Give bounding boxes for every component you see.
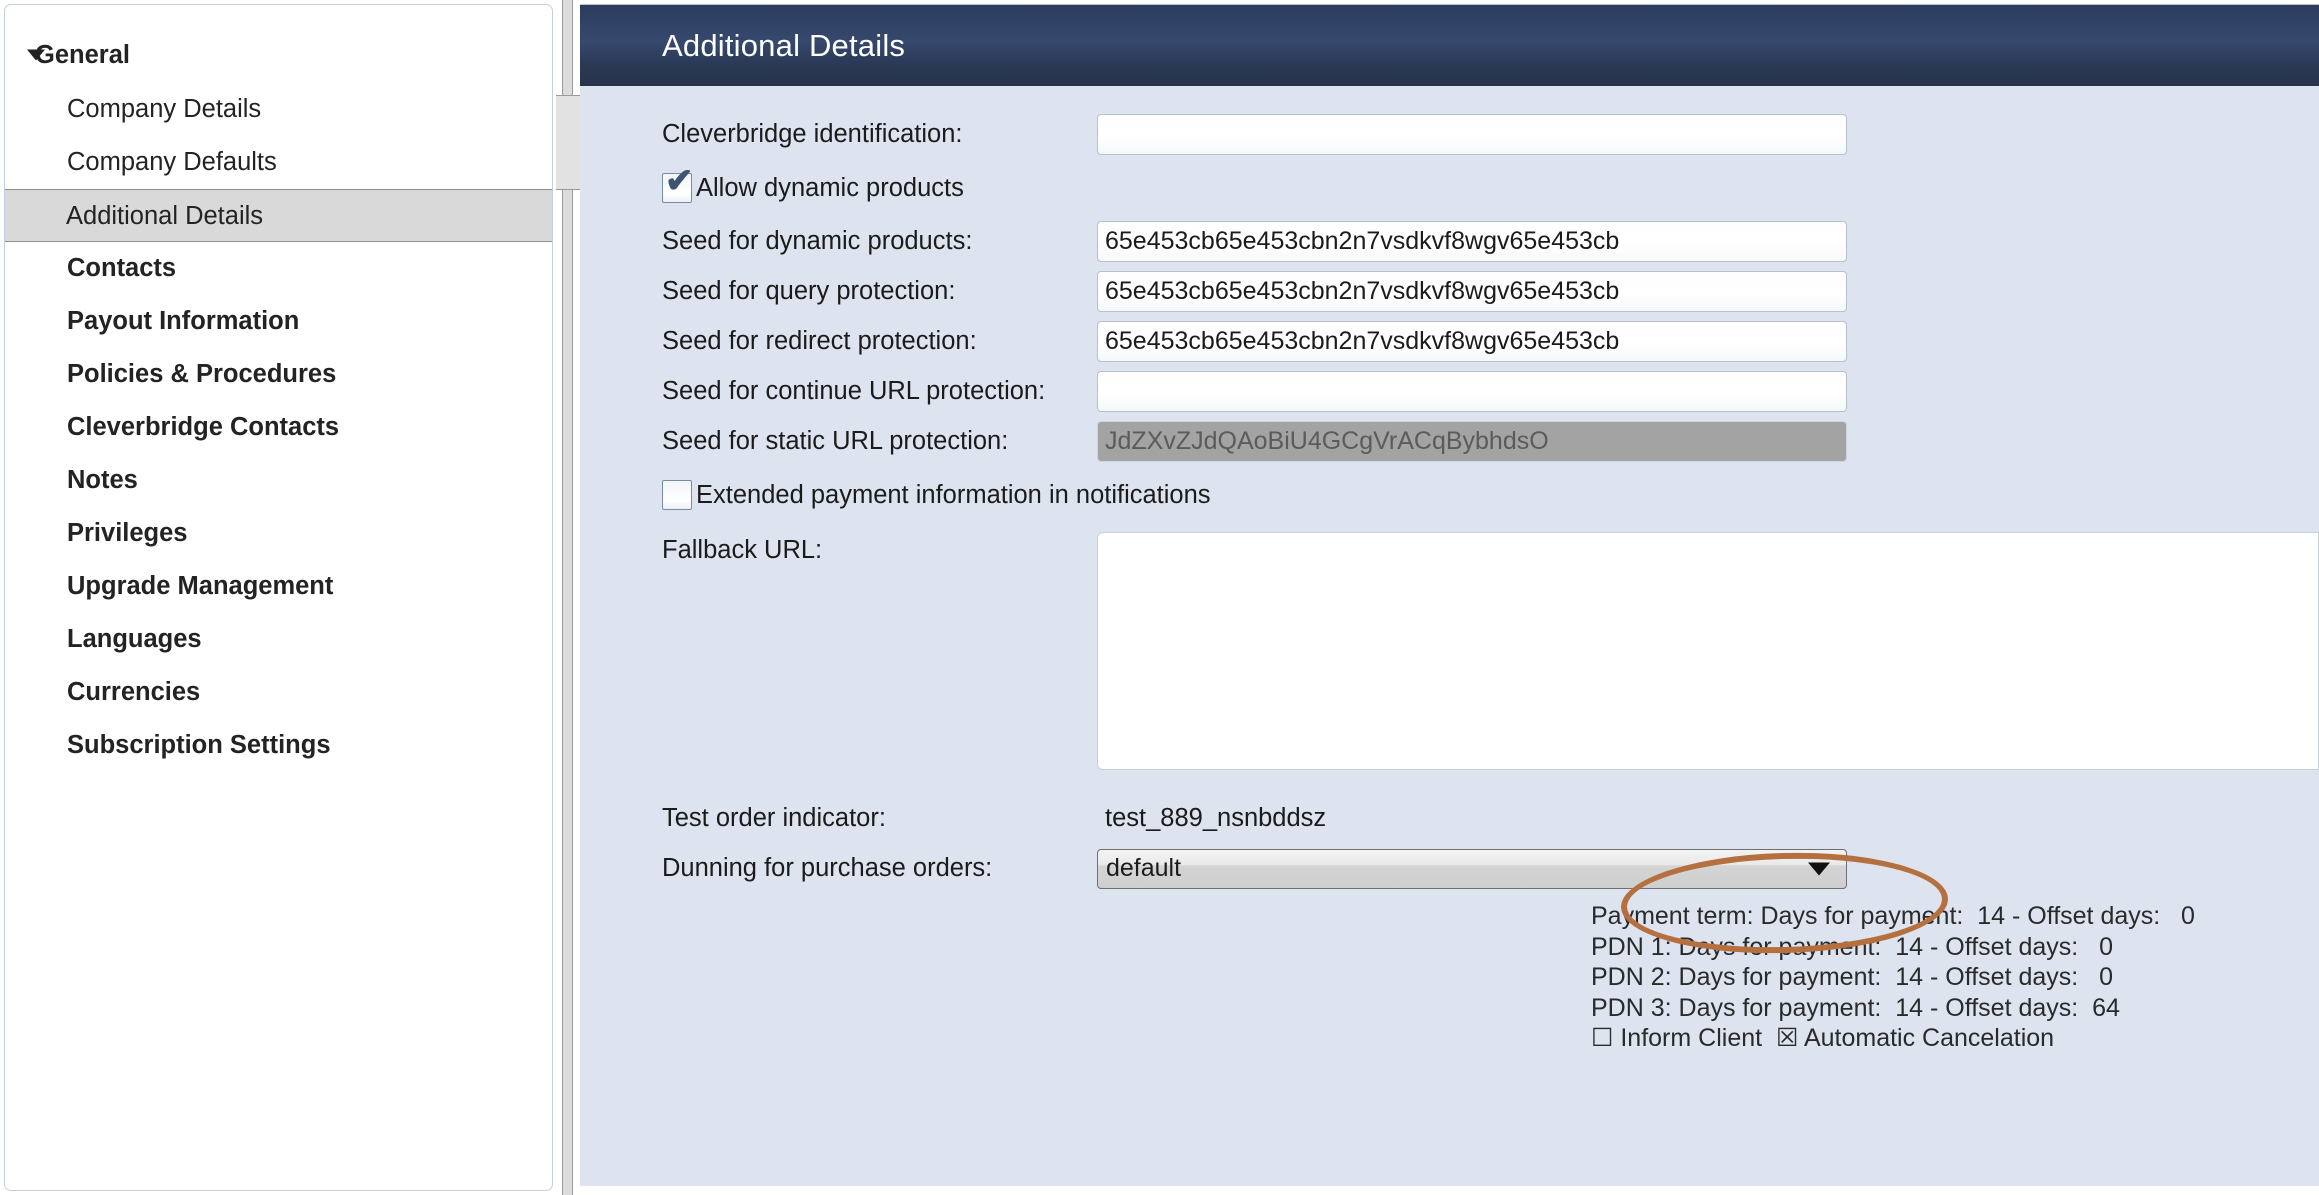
sidebar-item-label: Notes — [67, 466, 138, 494]
sidebar-item-contacts[interactable]: Contacts — [5, 242, 552, 295]
sidebar-item-upgrade-management[interactable]: Upgrade Management — [5, 560, 552, 613]
splitter-grip[interactable] — [556, 95, 580, 190]
additional-details-panel: Additional Details Cleverbridge identifi… — [580, 4, 2319, 1186]
pdn1-line: PDN 1: Days for payment: 14 - Offset day… — [1591, 932, 2113, 961]
sidebar-item-label: Privileges — [67, 519, 188, 547]
sidebar-item-label: Contacts — [67, 254, 177, 282]
row-extended-payment-information: Extended payment information in notifica… — [580, 471, 2319, 519]
seed-static-url-protection-input — [1097, 421, 1847, 462]
seed-dynamic-products-input[interactable] — [1097, 221, 1847, 262]
cleverbridge-identification-input[interactable] — [1097, 114, 1847, 155]
checkmark-icon — [665, 472, 695, 504]
row-cleverbridge-identification: Cleverbridge identification: — [580, 114, 2319, 155]
payment-term-line: Payment term: Days for payment: 14 - Off… — [1591, 902, 2195, 930]
sidebar-item-general[interactable]: General — [5, 27, 552, 83]
fallback-url-textarea[interactable] — [1097, 532, 2319, 770]
sidebar-item-currencies[interactable]: Currencies — [5, 666, 552, 719]
application-window: General Company Details Company Defaults… — [0, 0, 2319, 1195]
row-seed-static-url-protection: Seed for static URL protection: — [580, 421, 2319, 462]
row-allow-dynamic-products: ✔ Allow dynamic products — [580, 164, 2319, 212]
sidebar-item-label: General — [35, 41, 130, 69]
sidebar-item-label: Additional Details — [66, 202, 264, 230]
sidebar-item-cleverbridge-contacts[interactable]: Cleverbridge Contacts — [5, 401, 552, 454]
sidebar-item-label: Company Defaults — [67, 148, 277, 176]
label-fallback-url: Fallback URL: — [662, 536, 823, 564]
allow-dynamic-products-checkbox[interactable]: ✔ — [662, 164, 694, 203]
row-test-order-indicator: Test order indicator: test_889_nsnbddsz — [580, 798, 2319, 839]
extended-payment-information-checkbox[interactable] — [662, 480, 692, 510]
sidebar-item-label: Languages — [67, 625, 202, 653]
row-fallback-url: Fallback URL: — [580, 532, 2319, 770]
chevron-down-icon[interactable] — [1808, 862, 1830, 875]
sidebar-item-label: Policies & Procedures — [67, 360, 337, 388]
sidebar-item-label: Upgrade Management — [67, 572, 334, 600]
sidebar-item-company-defaults[interactable]: Company Defaults — [5, 136, 552, 189]
label-cleverbridge-identification: Cleverbridge identification: — [662, 120, 963, 148]
row-seed-continue-url-protection: Seed for continue URL protection: — [580, 371, 2319, 412]
page-title: Additional Details — [662, 27, 906, 63]
panel-header: Additional Details — [580, 5, 2319, 86]
chevron-down-icon[interactable] — [27, 49, 45, 61]
sidebar-item-label: Payout Information — [67, 307, 300, 335]
label-extended-payment-information: Extended payment information in notifica… — [696, 480, 1211, 509]
sidebar-panel: General Company Details Company Defaults… — [4, 4, 553, 1191]
sidebar-item-company-details[interactable]: Company Details — [5, 83, 552, 136]
sidebar-item-label: Currencies — [67, 678, 201, 706]
sidebar-nav-list: General Company Details Company Defaults… — [5, 5, 552, 772]
row-seed-query-protection: Seed for query protection: — [580, 271, 2319, 312]
label-test-order-indicator: Test order indicator: — [662, 804, 886, 832]
dunning-selected-value: default — [1106, 854, 1182, 882]
sidebar-item-label: Subscription Settings — [67, 731, 331, 759]
dunning-for-purchase-orders-select[interactable]: default — [1097, 848, 1847, 889]
label-allow-dynamic-products: Allow dynamic products — [696, 173, 964, 202]
seed-continue-url-protection-input[interactable] — [1097, 371, 1847, 412]
main-content-area: Additional Details Cleverbridge identifi… — [580, 0, 2319, 1195]
row-seed-redirect-protection: Seed for redirect protection: — [580, 321, 2319, 362]
panel-splitter[interactable] — [556, 0, 580, 1195]
sidebar: General Company Details Company Defaults… — [0, 0, 556, 1195]
sidebar-item-policies-procedures[interactable]: Policies & Procedures — [5, 348, 552, 401]
sidebar-item-privileges[interactable]: Privileges — [5, 507, 552, 560]
sidebar-item-label: Cleverbridge Contacts — [67, 413, 340, 441]
label-seed-continue-url-protection: Seed for continue URL protection: — [662, 377, 1046, 405]
label-seed-redirect-protection: Seed for redirect protection: — [662, 327, 977, 355]
label-seed-static-url-protection: Seed for static URL protection: — [662, 427, 1009, 455]
test-order-indicator-value: test_889_nsnbddsz — [1105, 804, 1327, 832]
sidebar-item-additional-details[interactable]: Additional Details — [5, 189, 552, 242]
sidebar-item-notes[interactable]: Notes — [5, 454, 552, 507]
seed-query-protection-input[interactable] — [1097, 271, 1847, 312]
pdn2-line: PDN 2: Days for payment: 14 - Offset day… — [1591, 963, 2113, 991]
row-dunning-for-purchase-orders: Dunning for purchase orders: default — [580, 848, 2319, 889]
sidebar-item-payout-information[interactable]: Payout Information — [5, 295, 552, 348]
label-seed-dynamic-products: Seed for dynamic products: — [662, 227, 973, 255]
label-seed-query-protection: Seed for query protection: — [662, 277, 956, 305]
sidebar-item-subscription-settings[interactable]: Subscription Settings — [5, 719, 552, 772]
dunning-flags-line: ☐ Inform Client ☒ Automatic Cancelation — [1591, 1024, 2055, 1052]
sidebar-item-languages[interactable]: Languages — [5, 613, 552, 666]
pdn3-line: PDN 3: Days for payment: 14 - Offset day… — [1591, 993, 2120, 1022]
sidebar-item-label: Company Details — [67, 95, 262, 123]
additional-details-form: Cleverbridge identification: ✔ Allow dyn… — [580, 86, 2319, 1186]
checkmark-icon: ✔ — [665, 162, 694, 200]
payment-terms-info: Payment term: Days for payment: 14 - Off… — [580, 889, 2319, 1054]
label-dunning-for-purchase-orders: Dunning for purchase orders: — [662, 854, 993, 882]
row-seed-dynamic-products: Seed for dynamic products: — [580, 221, 2319, 262]
seed-redirect-protection-input[interactable] — [1097, 321, 1847, 362]
